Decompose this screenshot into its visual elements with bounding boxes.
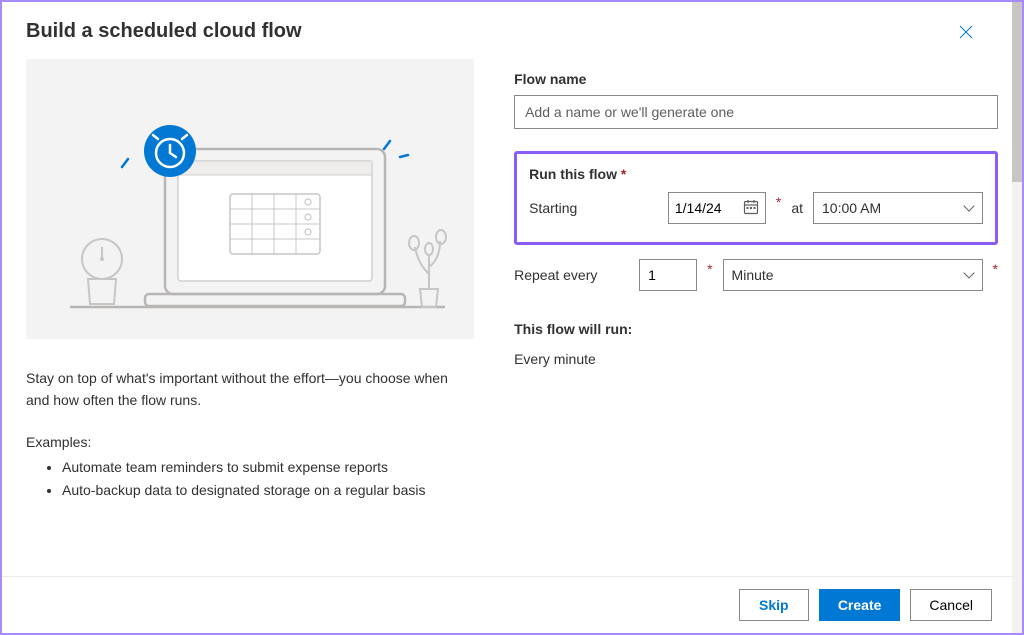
examples-label: Examples: xyxy=(26,434,474,450)
dialog-body: Stay on top of what's important without … xyxy=(2,59,1022,576)
start-date-input[interactable] xyxy=(675,200,737,216)
scrollbar[interactable] xyxy=(1012,2,1022,633)
required-asterisk: * xyxy=(776,194,781,210)
dialog-header: Build a scheduled cloud flow xyxy=(2,2,1022,59)
run-this-flow-highlight: Run this flow * Starting * at 10:00 AM xyxy=(514,151,998,245)
summary-label: This flow will run: xyxy=(514,321,998,337)
summary-text: Every minute xyxy=(514,351,998,367)
required-asterisk: * xyxy=(621,166,626,182)
dialog-title: Build a scheduled cloud flow xyxy=(26,20,302,43)
repeat-unit-value: Minute xyxy=(732,267,774,283)
right-pane: Flow name Run this flow * Starting xyxy=(514,59,998,576)
laptop-clock-illustration xyxy=(40,79,460,319)
skip-button[interactable]: Skip xyxy=(739,589,809,621)
start-time-value: 10:00 AM xyxy=(822,200,881,216)
close-icon xyxy=(958,24,974,44)
example-item: Auto-backup data to designated storage o… xyxy=(62,479,474,502)
scrollbar-thumb[interactable] xyxy=(1012,2,1022,182)
run-this-flow-label: Run this flow * xyxy=(529,166,983,182)
chevron-down-icon xyxy=(964,203,974,213)
scheduled-flow-dialog: Build a scheduled cloud flow xyxy=(0,0,1024,635)
flow-name-input[interactable] xyxy=(514,95,998,129)
starting-label: Starting xyxy=(529,200,629,216)
required-asterisk: * xyxy=(707,261,712,277)
required-asterisk: * xyxy=(993,261,998,277)
at-label: at xyxy=(791,200,803,216)
start-date-field[interactable] xyxy=(668,192,766,224)
create-button[interactable]: Create xyxy=(819,589,901,621)
cancel-button[interactable]: Cancel xyxy=(910,589,992,621)
left-pane: Stay on top of what's important without … xyxy=(26,59,474,576)
examples-list: Automate team reminders to submit expens… xyxy=(26,456,474,502)
repeat-unit-select[interactable]: Minute xyxy=(723,259,983,291)
chevron-down-icon xyxy=(964,270,974,280)
example-item: Automate team reminders to submit expens… xyxy=(62,456,474,479)
repeat-every-label: Repeat every xyxy=(514,267,629,283)
flow-name-section: Flow name xyxy=(514,71,998,129)
start-time-select[interactable]: 10:00 AM xyxy=(813,192,983,224)
illustration xyxy=(26,59,474,339)
description-text: Stay on top of what's important without … xyxy=(26,367,474,412)
repeat-value-input[interactable] xyxy=(639,259,697,291)
dialog-footer: Skip Create Cancel xyxy=(2,576,1022,633)
calendar-icon[interactable] xyxy=(743,199,759,218)
starting-row: Starting * at 10:00 AM xyxy=(529,192,983,224)
close-button[interactable] xyxy=(950,20,982,47)
repeat-row: Repeat every * Minute * xyxy=(514,259,998,291)
flow-name-label: Flow name xyxy=(514,71,998,87)
